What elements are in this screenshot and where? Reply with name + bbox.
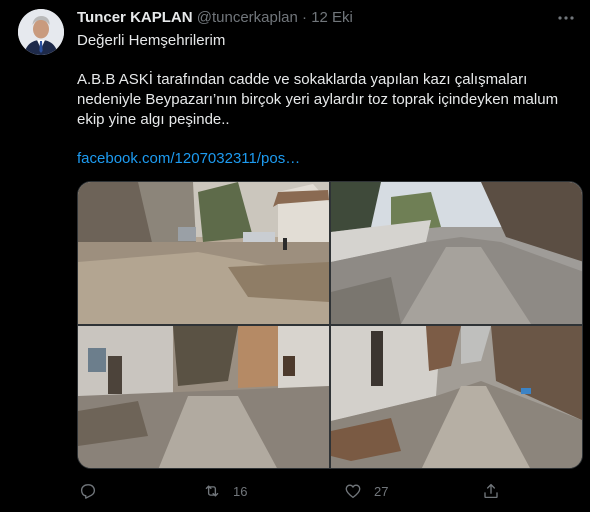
tweet-greeting: Değerli Hemşehrilerim <box>77 32 226 49</box>
more-dots-icon[interactable] <box>554 9 578 27</box>
reply-icon <box>80 484 96 499</box>
tweet-body: A.B.B ASKİ tarafından cadde ve sokaklard… <box>77 71 559 128</box>
photo-street-4[interactable] <box>331 326 582 468</box>
photo-street-2[interactable] <box>331 182 582 324</box>
separator: · <box>302 9 308 26</box>
retweet-button[interactable]: 16 <box>203 480 247 502</box>
tweet-link[interactable]: facebook.com/1207032311/pos… <box>77 149 300 169</box>
heart-icon <box>345 484 361 499</box>
photo-street-3[interactable] <box>78 326 329 468</box>
retweet-icon <box>205 485 219 497</box>
retweet-count: 16 <box>233 483 248 499</box>
tweet-actions: 16 27 <box>77 480 507 502</box>
like-button[interactable]: 27 <box>344 480 388 502</box>
author-handle[interactable]: @tuncerkaplan <box>197 9 298 26</box>
author-name[interactable]: Tuncer KAPLAN <box>77 9 193 26</box>
reply-button[interactable] <box>79 480 97 502</box>
share-icon <box>484 483 498 499</box>
avatar[interactable] <box>18 9 64 55</box>
share-button[interactable] <box>482 480 500 502</box>
photo-street-1[interactable] <box>78 182 329 324</box>
tweet-header: Tuncer KAPLAN @tuncerkaplan · 12 Eki <box>77 9 353 27</box>
media-grid[interactable] <box>77 181 583 469</box>
tweet-date[interactable]: 12 Eki <box>311 9 353 26</box>
tweet[interactable]: Tuncer KAPLAN @tuncerkaplan · 12 Eki Değ… <box>0 0 590 512</box>
like-count: 27 <box>374 483 389 499</box>
